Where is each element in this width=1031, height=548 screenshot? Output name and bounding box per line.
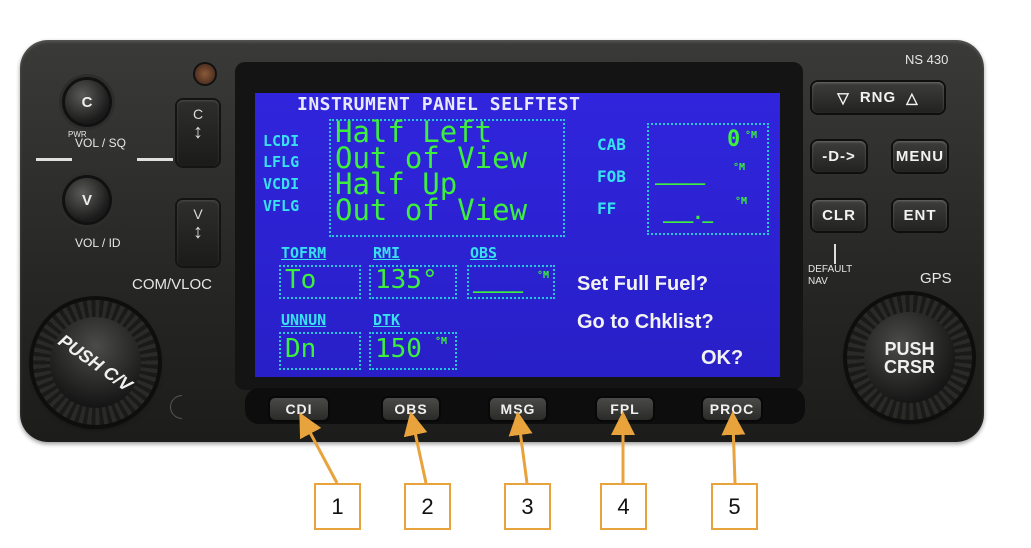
callout-arrows	[299, 411, 746, 484]
callout-arrow-3	[508, 411, 533, 484]
callout-arrow-1	[299, 412, 339, 484]
callout-2: 2	[404, 483, 451, 530]
callout-3: 3	[504, 483, 551, 530]
callout-4: 4	[600, 483, 647, 530]
callout-1: 1	[314, 483, 361, 530]
callout-arrow-2	[403, 411, 428, 484]
callout-arrow-5	[721, 411, 746, 484]
callout-5: 5	[711, 483, 758, 530]
